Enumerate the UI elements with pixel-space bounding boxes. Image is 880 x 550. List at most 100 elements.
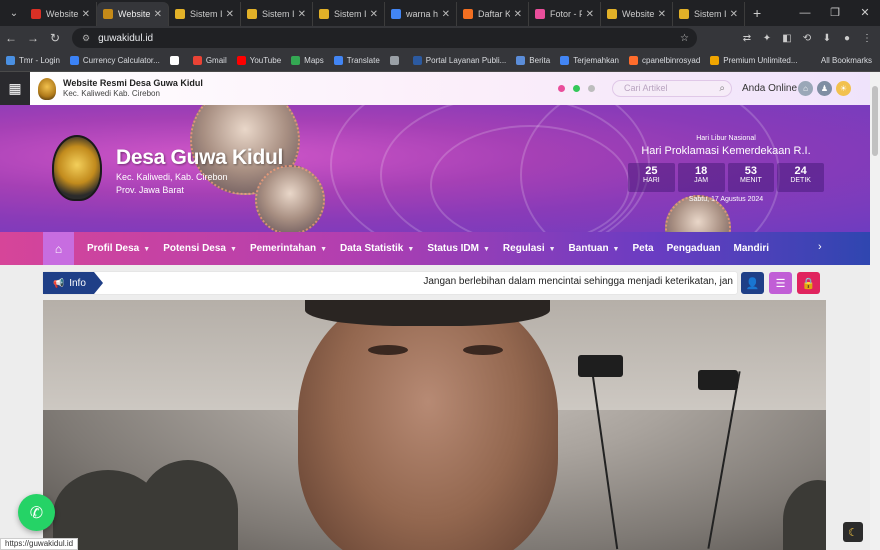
browser-tab[interactable]: Website ✕ xyxy=(97,2,169,26)
profile-avatar[interactable]: ● xyxy=(840,31,854,45)
bookmark-icon xyxy=(291,56,301,65)
menu-item[interactable]: Profil Desa ▼ xyxy=(87,243,150,254)
menu-item[interactable]: Pengaduan xyxy=(667,243,721,254)
theme-dot-green[interactable] xyxy=(573,85,580,92)
puzzle-icon[interactable]: ◧ xyxy=(780,31,794,45)
forward-icon[interactable]: → xyxy=(22,31,44,45)
bookmark-item[interactable]: Tmr - Login xyxy=(6,56,60,65)
users-stat-icon[interactable]: ♟ xyxy=(817,81,832,96)
new-tab-button[interactable]: + xyxy=(753,5,761,21)
browser-menu-icon[interactable]: ⋮ xyxy=(860,31,874,45)
bookmark-item[interactable] xyxy=(389,56,403,65)
download-icon[interactable]: ⬇ xyxy=(820,31,834,45)
theme-dot-gray[interactable] xyxy=(588,85,595,92)
app-grid-icon[interactable]: ▦ xyxy=(0,72,30,105)
browser-tab[interactable]: warna ht ✕ xyxy=(385,2,457,26)
page-scrollbar[interactable] xyxy=(870,72,880,550)
history-icon[interactable]: ⟲ xyxy=(800,31,814,45)
bookmark-star-icon[interactable]: ☆ xyxy=(680,33,689,44)
article-search-input[interactable]: Cari Artikel ⌕ xyxy=(612,80,732,97)
search-icon[interactable]: ⌕ xyxy=(719,81,725,96)
menu-item[interactable]: Data Statistik ▼ xyxy=(340,243,414,254)
menu-item[interactable]: Status IDM ▼ xyxy=(427,243,490,254)
reload-icon[interactable]: ↻ xyxy=(44,31,66,45)
info-ticker-text[interactable]: Jangan berlebihan dalam mencintai sehing… xyxy=(113,276,733,287)
bookmark-label: Portal Layanan Publi... xyxy=(425,56,507,65)
site-info-icon[interactable]: ⚙ xyxy=(82,33,90,44)
portrait-eye xyxy=(368,345,408,355)
close-tab-icon[interactable]: ✕ xyxy=(586,9,594,20)
lock-button[interactable]: 🔒 xyxy=(797,272,820,294)
bookmark-icon xyxy=(412,56,422,65)
bookmark-item[interactable]: Berita xyxy=(516,56,550,65)
close-tab-icon[interactable]: ✕ xyxy=(730,9,738,20)
close-tab-icon[interactable]: ✕ xyxy=(442,9,450,20)
tab-search-icon[interactable]: ⌄ xyxy=(3,2,25,24)
browser-tab[interactable]: Sistem In ✕ xyxy=(313,2,385,26)
back-icon[interactable]: ← xyxy=(0,31,22,45)
maximize-icon[interactable]: ❐ xyxy=(820,0,850,26)
address-bar-row: ← → ↻ ⚙ guwakidul.id ☆ ⇄ ✦ ◧ ⟲ ⬇ ● ⋮ xyxy=(0,26,880,50)
countdown-unit: JAM xyxy=(694,177,709,184)
browser-tab[interactable]: Sistem In ✕ xyxy=(241,2,313,26)
bookmark-item[interactable]: Terjemahkan xyxy=(560,56,619,65)
close-tab-icon[interactable]: ✕ xyxy=(154,9,162,20)
menu-item[interactable]: Peta xyxy=(632,243,653,254)
site-title: Website Resmi Desa Guwa Kidul xyxy=(63,78,203,88)
online-label: Anda Online xyxy=(742,83,798,94)
close-tab-icon[interactable]: ✕ xyxy=(370,9,378,20)
bookmark-item[interactable]: YouTube xyxy=(236,56,281,65)
bookmark-item[interactable]: cpanelbinrosyad xyxy=(629,56,700,65)
bookmark-item[interactable]: Currency Calculator... xyxy=(69,56,160,65)
main-menu: ⌂ Profil Desa ▼ Potensi Desa ▼ Pemerintahan ▼… xyxy=(43,232,827,265)
tab-title: Sistem In xyxy=(694,9,726,19)
menu-scroll-right-icon[interactable]: › xyxy=(818,241,822,253)
bookmark-item[interactable] xyxy=(169,56,183,65)
menu-item[interactable]: Potensi Desa ▼ xyxy=(163,243,237,254)
tab-title: Fotor - F xyxy=(550,9,582,19)
menu-item[interactable]: Mandiri xyxy=(734,243,770,254)
site-logo[interactable] xyxy=(38,77,56,100)
menu-item[interactable]: Regulasi ▼ xyxy=(503,243,556,254)
user-login-button[interactable]: 👤 xyxy=(741,272,764,294)
browser-tab[interactable]: Sistem In ✕ xyxy=(169,2,241,26)
menu-item[interactable]: Bantuan ▼ xyxy=(569,243,620,254)
extension-icon[interactable]: ✦ xyxy=(760,31,774,45)
dark-mode-moon-icon[interactable]: ☾ xyxy=(843,522,863,542)
close-tab-icon[interactable]: ✕ xyxy=(514,9,522,20)
close-tab-icon[interactable]: ✕ xyxy=(658,9,666,20)
chevron-down-icon: ▼ xyxy=(407,246,415,253)
home-stat-icon[interactable]: ⌂ xyxy=(798,81,813,96)
scrollbar-thumb[interactable] xyxy=(872,86,878,156)
browser-tab[interactable]: Daftar K ✕ xyxy=(457,2,529,26)
menu-item-label: Potensi Desa xyxy=(163,243,226,254)
close-tab-icon[interactable]: ✕ xyxy=(298,9,306,20)
browser-tab[interactable]: Sistem In ✕ xyxy=(673,2,745,26)
close-window-icon[interactable]: ✕ xyxy=(850,0,880,26)
all-bookmarks-button[interactable]: All Bookmarks xyxy=(821,56,872,65)
hero-slider-image[interactable] xyxy=(43,300,826,550)
home-icon[interactable]: ⌂ xyxy=(43,232,74,265)
browser-tab[interactable]: Fotor - F ✕ xyxy=(529,2,601,26)
close-tab-icon[interactable]: ✕ xyxy=(226,9,234,20)
browser-tab[interactable]: Website ✕ xyxy=(25,2,97,26)
bookmark-item[interactable]: Portal Layanan Publi... xyxy=(412,56,507,65)
tab-favicon xyxy=(103,9,113,19)
menu-item[interactable]: Pemerintahan ▼ xyxy=(250,243,327,254)
theme-dot-pink[interactable] xyxy=(558,85,565,92)
bookmark-item[interactable]: Premium Unlimited... xyxy=(710,56,798,65)
bookmark-icon xyxy=(6,56,15,65)
url-input[interactable]: ⚙ guwakidul.id ☆ xyxy=(72,28,697,48)
countdown-cell: 24 DETIK xyxy=(777,163,824,192)
bookmark-item[interactable]: Gmail xyxy=(192,56,227,65)
minimize-icon[interactable]: — xyxy=(790,0,820,26)
bookmark-item[interactable]: Translate xyxy=(333,56,380,65)
list-menu-button[interactable]: ☰ xyxy=(769,272,792,294)
translate-icon[interactable]: ⇄ xyxy=(740,31,754,45)
close-tab-icon[interactable]: ✕ xyxy=(82,9,90,20)
whatsapp-icon[interactable]: ✆ xyxy=(18,494,55,531)
browser-tab[interactable]: Website ✕ xyxy=(601,2,673,26)
tab-favicon xyxy=(175,9,185,19)
light-bulb-icon[interactable]: ☀ xyxy=(836,81,851,96)
bookmark-item[interactable]: Maps xyxy=(291,56,324,65)
